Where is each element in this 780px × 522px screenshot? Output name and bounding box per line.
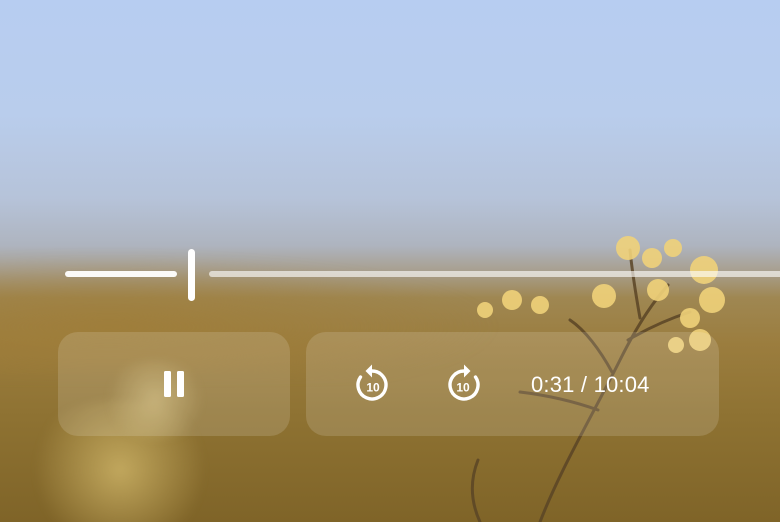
- seek-bar-thumb[interactable]: [188, 249, 195, 301]
- time-display: 0:31 / 10:04: [531, 370, 650, 400]
- seek-bar-remaining[interactable]: [209, 271, 780, 277]
- replay-10-icon: 10: [356, 364, 388, 401]
- forward-10-icon: 10: [448, 364, 480, 401]
- player-controls: 10 10 0:31 / 10:04: [0, 0, 780, 522]
- pause-button[interactable]: [156, 364, 192, 404]
- rewind-10-button[interactable]: 10: [350, 362, 396, 408]
- pause-icon: [164, 371, 184, 397]
- seek-bar-played[interactable]: [65, 271, 177, 277]
- forward-10-button[interactable]: 10: [440, 362, 486, 408]
- duration: 10:04: [593, 372, 650, 397]
- time-separator: /: [574, 372, 594, 397]
- current-time: 0:31: [531, 372, 575, 397]
- rewind-10-label: 10: [366, 381, 380, 395]
- forward-10-label: 10: [456, 381, 470, 395]
